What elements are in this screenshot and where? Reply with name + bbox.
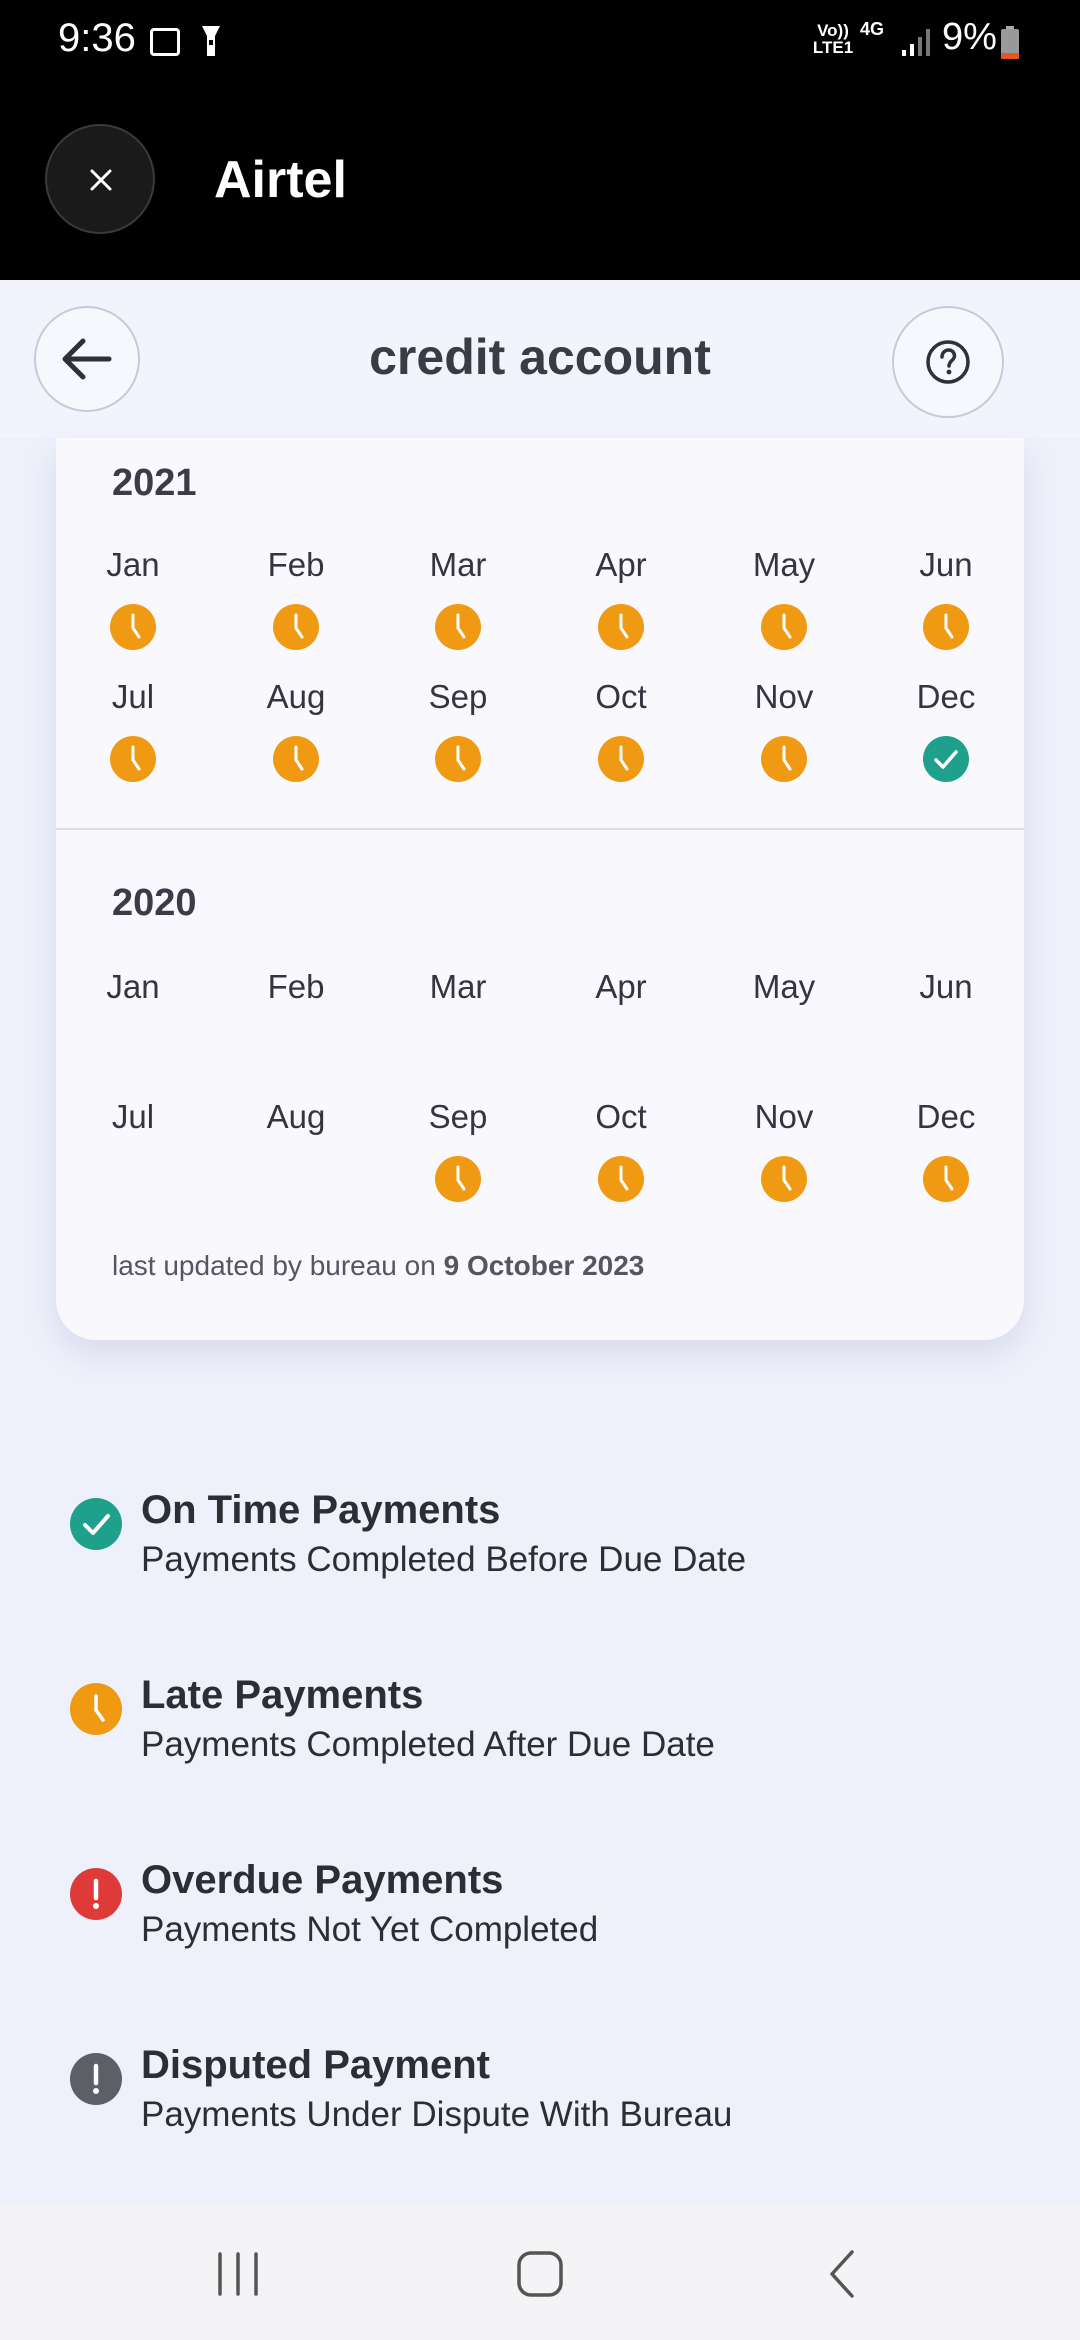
clock-icon xyxy=(435,736,481,782)
year-label: 2021 xyxy=(112,462,197,504)
clock-icon xyxy=(761,604,807,650)
month-label: Jan xyxy=(106,546,160,583)
network-type: 4G xyxy=(860,19,885,39)
clock-icon xyxy=(110,604,156,650)
month-label: May xyxy=(752,968,816,1005)
month-label: Apr xyxy=(595,968,647,1005)
legend-title: Overdue Payments xyxy=(141,1858,504,1902)
clock-icon xyxy=(923,1156,969,1202)
month-label: Feb xyxy=(267,968,325,1005)
month-label: Jul xyxy=(111,1098,155,1135)
back-nav-icon[interactable] xyxy=(826,2248,858,2300)
month-label: Dec xyxy=(916,1098,976,1135)
app-title: Airtel xyxy=(214,151,347,209)
month-label: Feb xyxy=(267,546,325,583)
month-label: Sep xyxy=(428,678,488,715)
battery-icon xyxy=(1001,26,1019,59)
legend-title: Late Payments xyxy=(141,1673,424,1717)
gallery-icon xyxy=(150,28,180,56)
clock-icon xyxy=(70,1683,122,1735)
clock-icon xyxy=(273,736,319,782)
signal-icon xyxy=(902,29,930,56)
divider xyxy=(56,828,1024,830)
legend-description: Payments Completed After Due Date xyxy=(141,1725,715,1764)
close-button[interactable] xyxy=(45,124,155,234)
legend-description: Payments Not Yet Completed xyxy=(141,1910,599,1949)
clock-icon xyxy=(435,1156,481,1202)
month-label: Jun xyxy=(919,968,973,1005)
month-label: Mar xyxy=(429,968,487,1005)
check-icon xyxy=(923,736,969,782)
legend-description: Payments Under Dispute With Bureau xyxy=(141,2095,733,2134)
clock-icon xyxy=(435,604,481,650)
question-icon xyxy=(926,340,970,384)
last-updated-date: 9 October 2023 xyxy=(443,1250,645,1281)
month-label: Nov xyxy=(754,678,814,715)
month-label: Aug xyxy=(266,678,326,715)
month-label: Oct xyxy=(595,678,647,715)
year-label: 2020 xyxy=(112,882,197,924)
exclamation-icon xyxy=(70,1868,122,1920)
help-button[interactable] xyxy=(892,306,1004,418)
legend-title: Disputed Payment xyxy=(141,2043,490,2087)
month-label: Dec xyxy=(916,678,976,715)
month-label: Jul xyxy=(111,678,155,715)
battery-percent: 9% xyxy=(942,16,997,58)
recent-apps-icon[interactable] xyxy=(214,2252,262,2296)
volte-label: Vo)) LTE1 xyxy=(812,21,854,57)
clock-icon xyxy=(273,604,319,650)
clock-icon xyxy=(761,736,807,782)
clock-icon xyxy=(598,604,644,650)
month-label: Jan xyxy=(106,968,160,1005)
last-updated-text: last updated by bureau on 9 October 2023 xyxy=(112,1250,644,1282)
clock-icon xyxy=(923,604,969,650)
legend-description: Payments Completed Before Due Date xyxy=(141,1540,747,1579)
month-label: Aug xyxy=(266,1098,326,1135)
system-nav-bar xyxy=(0,2204,1080,2340)
last-updated-prefix: last updated by bureau on xyxy=(112,1250,436,1281)
page-header: credit account xyxy=(0,280,1080,438)
check-icon xyxy=(70,1498,122,1550)
clock-icon xyxy=(761,1156,807,1202)
app-header: Airtel xyxy=(0,82,1080,280)
clock-icon xyxy=(598,1156,644,1202)
month-label: Nov xyxy=(754,1098,814,1135)
status-time: 9:36 xyxy=(58,16,136,60)
month-label: Sep xyxy=(428,1098,488,1135)
flashlight-icon xyxy=(202,26,220,56)
status-bar: 9:36 Vo)) LTE1 4G 9% xyxy=(0,0,1080,82)
legend-title: On Time Payments xyxy=(141,1488,501,1532)
clock-icon xyxy=(110,736,156,782)
month-label: Oct xyxy=(595,1098,647,1135)
payment-history-card: 2021 2020 last updated by bureau on 9 Oc… xyxy=(56,438,1024,1340)
month-label: Mar xyxy=(429,546,487,583)
home-icon[interactable] xyxy=(516,2250,564,2298)
month-label: Apr xyxy=(595,546,647,583)
month-label: Jun xyxy=(919,546,973,583)
month-label: May xyxy=(752,546,816,583)
exclamation-icon xyxy=(70,2053,122,2105)
clock-icon xyxy=(598,736,644,782)
close-icon xyxy=(90,169,112,191)
